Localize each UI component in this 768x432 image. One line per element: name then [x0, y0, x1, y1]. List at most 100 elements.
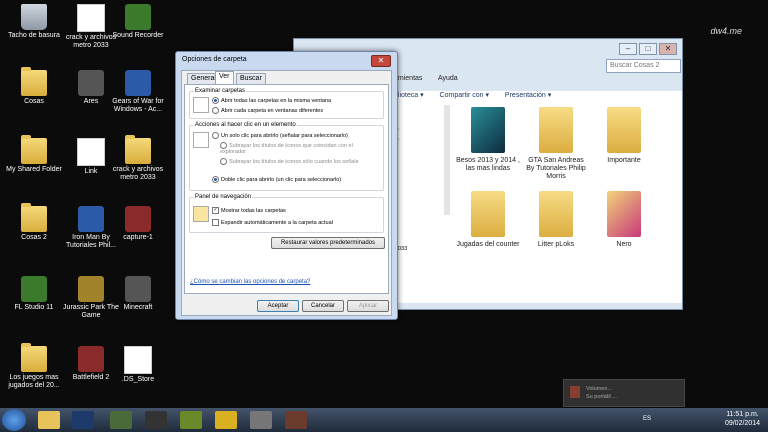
minimize-button[interactable]: –	[619, 43, 637, 55]
radio-new-window[interactable]: Abrir cada carpeta en ventanas diferente…	[212, 107, 323, 114]
explorer-icon[interactable]	[38, 411, 60, 429]
slideshow-button[interactable]: Presentación ▾	[505, 92, 551, 99]
doc-icon	[77, 4, 105, 32]
desktop-icon-label: Cosas	[24, 98, 44, 105]
radio-icon	[220, 158, 227, 165]
language-indicator[interactable]: ES	[643, 416, 651, 422]
list-item[interactable]: Besos 2013 y 2014 , las mas lindas	[456, 107, 520, 173]
photoshop-icon[interactable]	[72, 411, 94, 429]
close-button[interactable]: ✕	[371, 55, 391, 67]
nav-pane-group: Panel de navegación ✓ Mostrar todas las c…	[189, 194, 384, 233]
ok-button[interactable]: Aceptar	[257, 300, 299, 312]
desktop-icon-label: My Shared Folder	[6, 166, 62, 173]
desktop-icon-label: capture-1	[123, 234, 153, 241]
desktop-icon[interactable]: Gears of War for Windows - Ac...	[107, 70, 169, 114]
app-icon	[78, 346, 104, 372]
radio-icon	[212, 176, 219, 183]
app-icon	[125, 206, 151, 232]
bin-icon	[21, 4, 47, 30]
app-icon	[78, 276, 104, 302]
desktop-icon-label: Los juegos mas jugados del 20...	[8, 374, 60, 389]
radio-icon	[220, 142, 227, 149]
start-button[interactable]	[2, 409, 26, 431]
app-icon	[78, 206, 104, 232]
nav-pane-preview-icon	[193, 206, 209, 222]
share-button[interactable]: Compartir con ▾	[440, 92, 489, 99]
cancel-button[interactable]: Cancelar	[302, 300, 344, 312]
radio-underline-always[interactable]: Subrayar los títulos de iconos que coinc…	[220, 142, 380, 155]
restore-defaults-button[interactable]: Restaurar valores predeterminados	[271, 237, 385, 249]
search-input[interactable]: Buscar Cosas 2	[606, 59, 681, 73]
view-panel: Examinar carpetas Abrir todas las carpet…	[184, 84, 389, 294]
doc-icon	[124, 346, 152, 374]
menu-bar: amientas Ayuda	[394, 75, 472, 82]
desktop-icon[interactable]: Cosas	[3, 67, 65, 106]
apply-button[interactable]: Aplicar	[347, 300, 389, 312]
app-icon	[21, 276, 47, 302]
desktop-icon-label: Cosas 2	[21, 234, 47, 241]
checkbox-icon: ✓	[212, 207, 219, 214]
app-icon[interactable]	[145, 411, 167, 429]
app-icon[interactable]	[285, 411, 307, 429]
browse-folders-group: Examinar carpetas Abrir todas las carpet…	[189, 88, 384, 119]
doc-icon	[77, 138, 105, 166]
radio-icon	[212, 132, 219, 139]
desktop-icon[interactable]: Los juegos mas jugados del 20...	[3, 343, 65, 390]
folder-icon	[125, 135, 151, 164]
desktop-icon-label: Sound Recorder	[112, 32, 164, 39]
list-item[interactable]: GTA San Andreas By Tutoriales Philip Mor…	[524, 107, 588, 181]
checkbox-auto-expand[interactable]: Expandir automáticamente a la carpeta ac…	[212, 219, 333, 226]
notification-balloon: Volumen... Su portátil ...	[563, 379, 685, 407]
folder-preview-icon	[193, 97, 209, 113]
radio-same-window[interactable]: Abrir todas las carpetas en la misma ven…	[212, 97, 331, 104]
clock[interactable]: 11:51 p.m. 09/02/2014	[725, 410, 760, 428]
app-icon[interactable]	[110, 411, 132, 429]
desktop-icon-label: Tacho de basura	[8, 32, 60, 39]
tab-view[interactable]: Ver	[215, 71, 234, 84]
desktop-icon[interactable]: Minecraft	[107, 276, 169, 312]
checkbox-show-all-folders[interactable]: ✓ Mostrar todas las carpetas	[212, 207, 286, 214]
dialog-body: General Ver Buscar Examinar carpetas Abr…	[181, 70, 392, 316]
desktop-icon[interactable]: My Shared Folder	[3, 135, 65, 174]
list-item[interactable]: Nero	[592, 191, 656, 249]
app-icon[interactable]	[250, 411, 272, 429]
library-button[interactable]: blioteca ▾	[394, 92, 424, 99]
app-icon	[78, 70, 104, 96]
balloon-text: Volumen...	[586, 386, 612, 392]
desktop-icon-label: crack y archivos metro 2033	[112, 166, 164, 181]
desktop-icon[interactable]: Sound Recorder	[107, 4, 169, 40]
desktop-icon[interactable]: crack y archivos metro 2033	[107, 135, 169, 182]
help-link[interactable]: ¿Cómo se cambian las opciones de carpeta…	[190, 279, 310, 285]
folder-options-dialog[interactable]: Opciones de carpeta ✕ General Ver Buscar…	[175, 51, 398, 320]
cursor-preview-icon	[193, 132, 209, 148]
nav-text: 033	[398, 246, 408, 252]
radio-icon	[212, 107, 219, 114]
list-item[interactable]: Jugadas del counter	[456, 191, 520, 249]
app-icon[interactable]	[180, 411, 202, 429]
desktop-icon[interactable]: Cosas 2	[3, 203, 65, 242]
list-item[interactable]: Importante	[592, 107, 656, 165]
radio-double-click[interactable]: Doble clic para abrirlo (un clic para se…	[212, 176, 341, 183]
app-icon	[125, 276, 151, 302]
menu-item-help[interactable]: Ayuda	[438, 75, 458, 82]
radio-underline-hover[interactable]: Subrayar los títulos de iconos sólo cuan…	[220, 158, 380, 165]
desktop-icon[interactable]: capture-1	[107, 206, 169, 242]
desktop-icon[interactable]: Tacho de basura	[3, 4, 65, 40]
desktop-icon[interactable]: FL Studio 11	[3, 276, 65, 312]
checkbox-icon	[212, 219, 219, 226]
group-label: Panel de navegación	[194, 194, 253, 200]
tab-search[interactable]: Buscar	[236, 73, 266, 84]
watermark: dw4.me	[710, 26, 742, 36]
app-icon[interactable]	[215, 411, 237, 429]
scrollbar[interactable]	[444, 105, 450, 215]
close-button[interactable]: ✕	[659, 43, 677, 55]
maximize-button[interactable]: □	[639, 43, 657, 55]
list-item[interactable]: Litter pLoks	[524, 191, 588, 249]
app-icon	[125, 70, 151, 96]
app-icon	[125, 4, 151, 30]
group-label: Examinar carpetas	[194, 88, 247, 94]
radio-single-click[interactable]: Un solo clic para abrirlo (señalar para …	[212, 132, 348, 139]
desktop-icon[interactable]: .DS_Store	[107, 346, 169, 384]
menu-item-tools[interactable]: amientas	[394, 75, 422, 82]
desktop-icon-label: .DS_Store	[121, 376, 155, 383]
